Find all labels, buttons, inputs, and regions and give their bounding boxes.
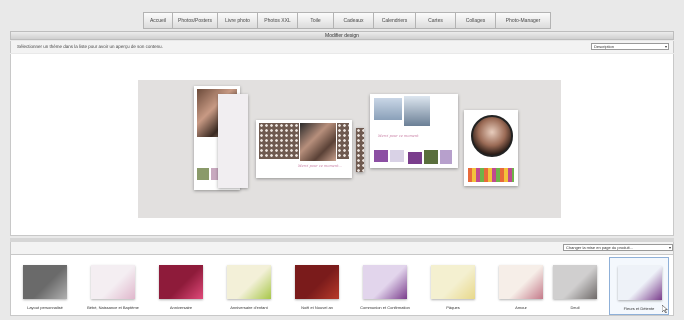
theme-thumb-6[interactable]: Pâques [423, 257, 483, 315]
theme-thumb-1[interactable]: Bébé, Naissance et Baptême [83, 257, 143, 315]
photo-man [374, 98, 402, 120]
theme-bar: Sélectionner un thème dans la liste pour… [10, 41, 674, 53]
chevron-down-icon: ▾ [664, 44, 667, 49]
theme-thumb-label: Anniversaire d'enfant [230, 305, 268, 310]
preview-card-dots: Merci pour ce moment... [256, 120, 352, 178]
card-caption: Merci pour ce moment... [298, 164, 342, 168]
preview-card-collage: Merci pour ce moment [370, 94, 458, 168]
theme-thumb-image [91, 265, 135, 299]
main-nav: Accueil Photos/Posters Livre photo Photos X… [143, 12, 551, 29]
photo-round-portrait [471, 115, 513, 157]
nav-tab-9[interactable]: Photo-Manager [496, 12, 551, 29]
nav-tab-5[interactable]: Cadeaux [334, 12, 374, 29]
theme-thumb-0[interactable]: Layout personnalisé [15, 257, 75, 315]
collage-tile-1 [374, 150, 388, 162]
nav-tab-2[interactable]: Livre photo [218, 12, 258, 29]
dot-pattern-left [259, 123, 299, 159]
photo-couple-2 [300, 123, 336, 161]
theme-thumb-3[interactable]: Anniversaire d'enfant [219, 257, 279, 315]
nav-tab-7[interactable]: Cartes [416, 12, 456, 29]
nav-tab-3[interactable]: Photos XXL [258, 12, 298, 29]
theme-thumb-label: Deuil [570, 305, 580, 310]
layout-select-value: Changer la mise en page du produit... [566, 245, 633, 250]
theme-thumb-2[interactable]: Anniversaire [151, 257, 211, 315]
theme-thumb-label: Bébé, Naissance et Baptême [87, 305, 139, 310]
photo-small-1 [197, 168, 209, 180]
nav-tab-8[interactable]: Collages [456, 12, 496, 29]
theme-instruction: Sélectionner un thème dans la liste pour… [17, 44, 163, 49]
theme-thumb-image [227, 265, 271, 299]
layout-bar: Changer la mise en page du produit... ▾ [10, 242, 674, 254]
collage-tile-2 [390, 150, 404, 162]
theme-thumb-image [363, 265, 407, 299]
preview-card-back [218, 94, 248, 188]
theme-thumb-label: Pâques [446, 305, 460, 310]
sort-select-value: Description [594, 44, 615, 49]
collage-tile-3 [408, 152, 422, 164]
theme-thumb-label: Anniversaire [169, 305, 193, 310]
theme-thumbnails: Layout personnalisé Bébé, Naissance et Ba… [10, 254, 674, 316]
preview-card-dots-back [356, 128, 364, 172]
collage-tile-4 [424, 150, 438, 164]
theme-thumb-label: Noël et Nouvel an [301, 305, 333, 310]
layout-select[interactable]: Changer la mise en page du produit... ▾ [563, 244, 673, 251]
theme-thumb-9[interactable]: Fleurs et Détente [609, 257, 669, 315]
design-preview: Merci pour ce moment... Merci pour ce mo… [10, 54, 674, 236]
theme-thumb-label: Communion et Confirmation [360, 305, 410, 310]
panel-title: Modifier design [10, 31, 674, 40]
theme-thumb-4[interactable]: Noël et Nouvel an [287, 257, 347, 315]
dot-pattern-right [337, 123, 349, 159]
collage-tile-5 [440, 150, 452, 164]
nav-tab-4[interactable]: Toile [298, 12, 334, 29]
theme-thumb-image [295, 265, 339, 299]
nav-tab-1[interactable]: Photos/Posters [173, 12, 218, 29]
theme-thumb-label: Layout personnalisé [27, 305, 63, 310]
theme-thumb-image [159, 265, 203, 299]
theme-thumb-image [618, 266, 662, 300]
flower-row [468, 168, 514, 182]
theme-thumb-image [499, 265, 543, 299]
sort-select[interactable]: Description ▾ [591, 43, 669, 50]
theme-thumb-image [431, 265, 475, 299]
card-caption-2: Merci pour ce moment [378, 134, 419, 138]
preview-stage: Merci pour ce moment... Merci pour ce mo… [138, 80, 561, 218]
chevron-down-icon: ▾ [668, 245, 671, 250]
theme-thumb-5[interactable]: Communion et Confirmation [355, 257, 415, 315]
theme-thumb-8[interactable]: Deuil [545, 257, 605, 315]
theme-thumb-image [23, 265, 67, 299]
theme-thumb-image [553, 265, 597, 299]
nav-tab-0[interactable]: Accueil [143, 12, 173, 29]
preview-card-flowers [464, 110, 518, 186]
nav-tab-6[interactable]: Calendriers [374, 12, 416, 29]
mouse-cursor-icon [662, 305, 668, 313]
photo-woman [404, 96, 430, 126]
